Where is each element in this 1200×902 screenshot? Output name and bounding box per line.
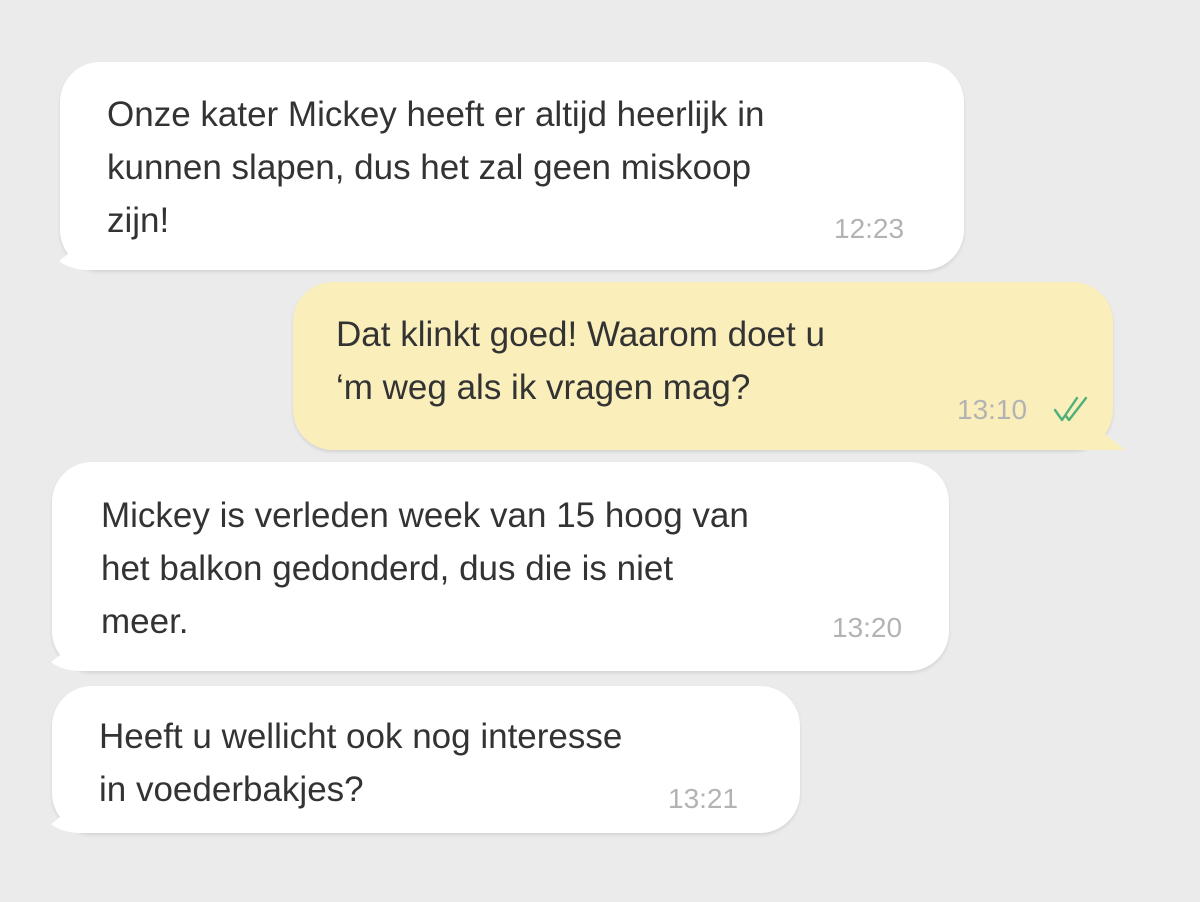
message-text: Onze kater Mickey heeft er altijd heerli… xyxy=(107,95,765,240)
bubble-tail xyxy=(48,230,98,270)
bubble-tail xyxy=(40,793,90,833)
message-timestamp: 13:21 xyxy=(668,783,739,814)
message-timestamp: 13:20 xyxy=(832,612,903,643)
bubble-tail xyxy=(40,631,90,671)
message-timestamp: 12:23 xyxy=(834,213,905,244)
message-timestamp: 13:10 xyxy=(957,394,1028,425)
outgoing-message-bubble[interactable]: Dat klinkt goed! Waarom doet u ‘m weg al… xyxy=(293,282,1125,450)
double-check-icon xyxy=(1053,396,1088,422)
incoming-message-bubble[interactable]: Onze kater Mickey heeft er altijd heerli… xyxy=(48,62,964,270)
incoming-message-bubble[interactable]: Heeft u wellicht ook nog interesse in vo… xyxy=(40,686,800,833)
message-text: Mickey is verleden week van 15 hoog van … xyxy=(101,496,749,641)
incoming-message-bubble[interactable]: Mickey is verleden week van 15 hoog van … xyxy=(40,462,949,671)
chat-conversation: Onze kater Mickey heeft er altijd heerli… xyxy=(0,0,1200,902)
